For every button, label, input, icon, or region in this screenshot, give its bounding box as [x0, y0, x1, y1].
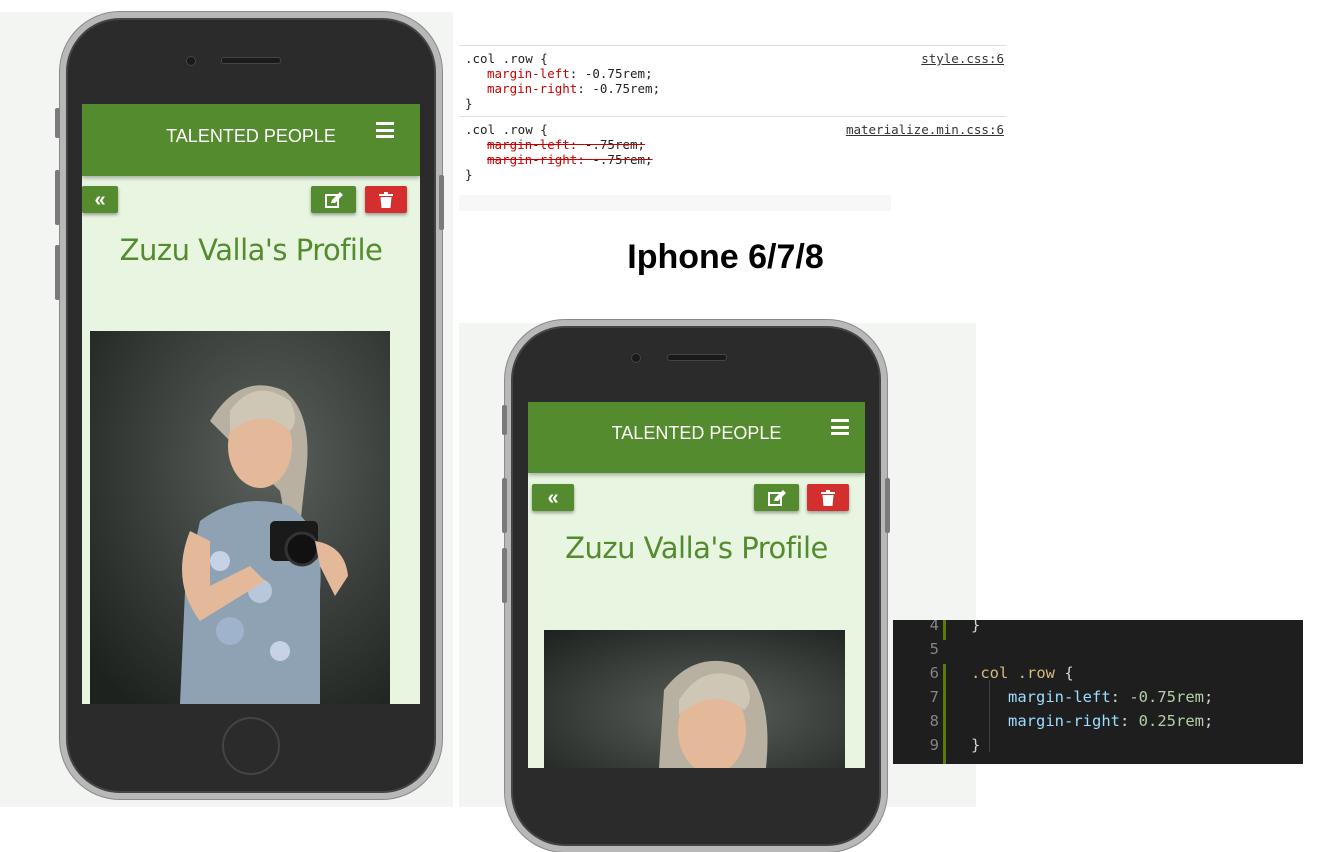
- front-camera: [631, 353, 641, 363]
- line-number: 5: [929, 640, 939, 658]
- property-name: margin-left: [487, 66, 570, 81]
- line-number: 6: [929, 664, 939, 682]
- property-name: margin-left: [487, 137, 570, 152]
- line-number: 4: [929, 620, 939, 634]
- edit-icon: [324, 191, 343, 208]
- code-line[interactable]: 9 }: [893, 736, 1303, 764]
- hamburger-menu-icon[interactable]: [831, 419, 849, 435]
- double-chevron-left-icon: «: [547, 486, 559, 509]
- trash-icon: [379, 191, 393, 208]
- device-heading: Iphone 6/7/8: [627, 238, 824, 276]
- css-property: margin-right: [1008, 712, 1120, 730]
- property-value: -0.75rem;: [592, 81, 661, 96]
- home-button: [222, 717, 280, 775]
- volume-down-button: [55, 245, 60, 300]
- double-chevron-left-icon: «: [94, 188, 106, 211]
- back-button[interactable]: «: [532, 484, 574, 511]
- code-line[interactable]: 7 margin-left: -0.75rem;: [893, 688, 1303, 712]
- code-line[interactable]: 5: [893, 640, 1303, 664]
- rule-close-brace: }: [465, 167, 473, 182]
- code-line[interactable]: 6 .col .row {: [893, 664, 1303, 688]
- rule-close-brace: }: [465, 96, 473, 111]
- declaration[interactable]: margin-right: -0.75rem;: [465, 81, 1000, 96]
- code-text: }: [971, 736, 981, 754]
- device-heading-box: Iphone 6/7/8: [459, 212, 976, 323]
- git-change-marker: [943, 736, 946, 764]
- phone-screen-large: TALENTED PEOPLE « Zuzu Valla's Profile: [82, 104, 420, 704]
- code-editor: 4 } 5 6 .col .row { 7 margin-left: -0.75…: [893, 620, 1303, 764]
- navbar: TALENTED PEOPLE: [528, 402, 865, 473]
- front-camera: [186, 56, 196, 66]
- navbar: TALENTED PEOPLE: [82, 104, 420, 176]
- devtools-styles-panel: .col .row { style.css:6 margin-left: -0.…: [459, 45, 1006, 196]
- mute-switch: [55, 108, 60, 138]
- edit-profile-button[interactable]: [754, 484, 799, 511]
- power-button: [885, 478, 890, 533]
- line-number: 7: [929, 688, 939, 706]
- css-value: -0.75rem: [1129, 688, 1204, 706]
- code-text: .col .row {: [971, 664, 1074, 682]
- mute-switch: [502, 405, 507, 435]
- code-text: margin-left: -0.75rem;: [1008, 688, 1214, 706]
- git-change-marker: [943, 688, 946, 712]
- edit-profile-button[interactable]: [311, 186, 356, 213]
- property-name: margin-right: [487, 81, 578, 96]
- property-value: -.75rem;: [592, 152, 653, 167]
- profile-photo: [90, 331, 390, 704]
- rule-selector[interactable]: .col .row {: [465, 51, 1000, 66]
- git-change-marker: [943, 712, 946, 736]
- declaration[interactable]: margin-left: -0.75rem;: [465, 66, 1000, 81]
- volume-down-button: [502, 548, 507, 603]
- property-name: margin-right: [487, 152, 578, 167]
- git-change-marker: [943, 620, 946, 640]
- volume-up-button: [55, 170, 60, 225]
- back-button[interactable]: «: [82, 186, 118, 213]
- declaration-overridden[interactable]: margin-left: -.75rem;: [465, 137, 1000, 152]
- earpiece-speaker: [221, 57, 281, 64]
- edit-icon: [767, 489, 786, 506]
- code-text: }: [971, 620, 981, 634]
- profile-title: Zuzu Valla's Profile: [119, 233, 383, 267]
- git-change-marker: [943, 664, 946, 688]
- devtools-footer: [459, 195, 891, 211]
- line-number: 8: [929, 712, 939, 730]
- stylesheet-link[interactable]: style.css:6: [921, 51, 1004, 66]
- declaration-overridden[interactable]: margin-right: -.75rem;: [465, 152, 1000, 167]
- stylesheet-link[interactable]: materialize.min.css:6: [846, 122, 1004, 137]
- code-text: margin-right: 0.25rem;: [1008, 712, 1214, 730]
- trash-icon: [821, 489, 835, 506]
- delete-profile-button[interactable]: [365, 186, 407, 213]
- code-line[interactable]: 4 }: [893, 620, 1303, 640]
- css-property: margin-left: [1008, 688, 1111, 706]
- volume-up-button: [502, 478, 507, 533]
- css-selector: .col .row: [971, 664, 1055, 682]
- profile-title: Zuzu Valla's Profile: [565, 531, 828, 565]
- line-number: 9: [929, 736, 939, 754]
- css-rule-overridden: .col .row { materialize.min.css:6 margin…: [459, 116, 1006, 187]
- property-value: -0.75rem;: [584, 66, 653, 81]
- phone-screen-small: TALENTED PEOPLE « Zuzu Valla's Profile: [528, 402, 865, 768]
- earpiece-speaker: [667, 354, 727, 361]
- power-button: [439, 175, 444, 230]
- css-rule: .col .row { style.css:6 margin-left: -0.…: [459, 46, 1006, 116]
- delete-profile-button[interactable]: [807, 484, 849, 511]
- brand-logo[interactable]: TALENTED PEOPLE: [528, 423, 865, 444]
- profile-photo: [544, 630, 845, 768]
- code-line[interactable]: 8 margin-right: 0.25rem;: [893, 712, 1303, 736]
- brand-logo[interactable]: TALENTED PEOPLE: [82, 126, 420, 147]
- property-value: -.75rem;: [584, 137, 646, 152]
- open-brace: {: [1055, 664, 1074, 682]
- hamburger-menu-icon[interactable]: [376, 122, 394, 138]
- css-value: 0.25rem: [1138, 712, 1204, 730]
